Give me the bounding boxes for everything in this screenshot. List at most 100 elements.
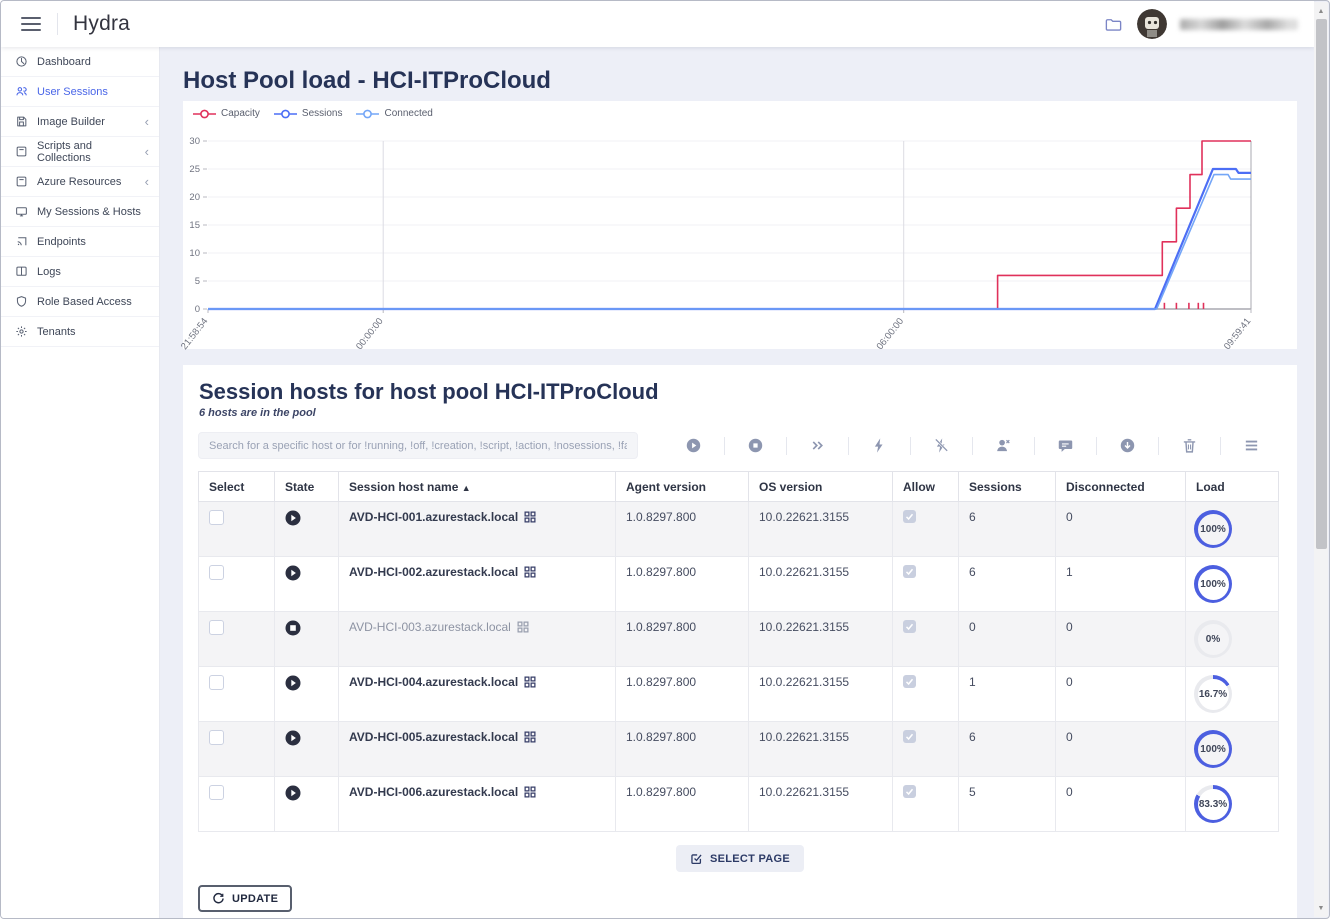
sidebar-item-user-sessions[interactable]: User Sessions <box>1 77 159 107</box>
svg-text:06:00:00: 06:00:00 <box>875 316 906 352</box>
more-actions-button[interactable] <box>787 437 848 454</box>
sidebar-item-dashboard[interactable]: Dashboard <box>1 47 159 77</box>
sidebar-item-role-based-access[interactable]: Role Based Access <box>1 287 159 317</box>
cell-load: 100% <box>1186 502 1279 557</box>
state-stopped-icon <box>285 620 301 636</box>
legend-item-sessions[interactable]: Sessions <box>274 108 343 119</box>
sidebar-item-label: Logs <box>37 266 61 278</box>
column-header-state[interactable]: State <box>275 472 339 502</box>
column-label: Sessions <box>969 480 1022 494</box>
sidebar-item-scripts-and-collections[interactable]: Scripts and Collections‹ <box>1 137 159 167</box>
cell-state <box>275 502 339 557</box>
start-host-button[interactable] <box>663 437 724 454</box>
select-checkbox[interactable] <box>209 510 224 525</box>
apps-grid-icon[interactable] <box>524 566 536 578</box>
legend-item-capacity[interactable]: Capacity <box>193 108 260 119</box>
legend-label: Sessions <box>302 108 343 119</box>
state-running-icon <box>285 510 301 526</box>
host-row-avd-hci-001: AVD-HCI-001.azurestack.local1.0.8297.800… <box>199 502 1279 557</box>
cell-os-version: 10.0.22621.3155 <box>749 667 893 722</box>
scrollbar-down-arrow[interactable]: ▼ <box>1314 901 1328 915</box>
force-start-button[interactable] <box>849 437 910 454</box>
apps-grid-icon[interactable] <box>524 511 536 523</box>
column-header-allow[interactable]: Allow <box>893 472 959 502</box>
cell-host-name: AVD-HCI-003.azurestack.local <box>339 612 616 667</box>
allow-checkbox[interactable] <box>903 510 916 523</box>
cell-host-name: AVD-HCI-006.azurestack.local <box>339 777 616 832</box>
cell-sessions: 0 <box>959 612 1056 667</box>
allow-checkbox[interactable] <box>903 785 916 798</box>
svg-text:20: 20 <box>189 192 200 203</box>
sidebar-item-label: User Sessions <box>37 86 108 98</box>
cell-disconnected: 0 <box>1056 722 1186 777</box>
allow-checkbox[interactable] <box>903 675 916 688</box>
toolbar-actions <box>638 437 1282 455</box>
cell-os-version: 10.0.22621.3155 <box>749 612 893 667</box>
stop-circle-icon <box>747 437 764 454</box>
cell-select <box>199 502 275 557</box>
bolt-icon <box>871 437 888 454</box>
sidebar-item-endpoints[interactable]: Endpoints <box>1 227 159 257</box>
cell-select <box>199 667 275 722</box>
column-header-agent-version[interactable]: Agent version <box>616 472 749 502</box>
select-page-icon <box>690 852 703 865</box>
cell-allow <box>893 612 959 667</box>
svg-text:25: 25 <box>189 164 200 175</box>
logoff-users-button[interactable] <box>973 437 1034 454</box>
cell-allow <box>893 557 959 612</box>
sidebar-item-logs[interactable]: Logs <box>1 257 159 287</box>
stop-host-button[interactable] <box>725 437 786 454</box>
sidebar-item-azure-resources[interactable]: Azure Resources‹ <box>1 167 159 197</box>
host-row-avd-hci-003: AVD-HCI-003.azurestack.local1.0.8297.800… <box>199 612 1279 667</box>
allow-checkbox[interactable] <box>903 730 916 743</box>
column-header-os-version[interactable]: OS version <box>749 472 893 502</box>
apps-grid-icon[interactable] <box>524 731 536 743</box>
send-message-button[interactable] <box>1035 437 1096 454</box>
legend-label: Connected <box>384 108 432 119</box>
chat-icon <box>1057 437 1074 454</box>
select-checkbox[interactable] <box>209 565 224 580</box>
dashboard-icon <box>15 55 28 68</box>
hamburger-menu-icon[interactable] <box>21 17 41 31</box>
sidebar-item-image-builder[interactable]: Image Builder‹ <box>1 107 159 137</box>
column-header-sessions[interactable]: Sessions <box>959 472 1056 502</box>
legend-marker-icon <box>356 109 380 119</box>
refresh-icon <box>212 892 225 905</box>
scrollbar-up-arrow[interactable]: ▲ <box>1314 4 1328 18</box>
legend-marker-icon <box>193 109 217 119</box>
app-window: Hydra DashboardUser SessionsImage Builde… <box>0 0 1330 919</box>
sidebar-item-my-sessions-hosts[interactable]: My Sessions & Hosts <box>1 197 159 227</box>
sidebar-nav: DashboardUser SessionsImage Builder‹Scri… <box>1 47 160 918</box>
cell-sessions: 6 <box>959 722 1056 777</box>
column-header-select[interactable]: Select <box>199 472 275 502</box>
sidebar-item-label: Scripts and Collections <box>37 140 145 164</box>
apps-grid-icon[interactable] <box>524 786 536 798</box>
apps-grid-icon[interactable] <box>524 676 536 688</box>
folder-icon[interactable] <box>1103 15 1124 34</box>
scrollbar-thumb[interactable] <box>1316 19 1327 549</box>
cell-state <box>275 612 339 667</box>
column-label: Allow <box>903 480 935 494</box>
select-checkbox[interactable] <box>209 730 224 745</box>
cell-load: 16.7% <box>1186 667 1279 722</box>
column-header-load[interactable]: Load <box>1186 472 1279 502</box>
host-search-input[interactable] <box>198 432 638 459</box>
deallocate-host-button[interactable] <box>1097 437 1158 454</box>
legend-item-connected[interactable]: Connected <box>356 108 432 119</box>
update-button[interactable]: UPDATE <box>198 885 292 912</box>
cell-disconnected: 0 <box>1056 667 1186 722</box>
select-checkbox[interactable] <box>209 620 224 635</box>
table-menu-button[interactable] <box>1221 437 1282 454</box>
column-header-session-host-name[interactable]: Session host name ▲ <box>339 472 616 502</box>
select-checkbox[interactable] <box>209 785 224 800</box>
select-checkbox[interactable] <box>209 675 224 690</box>
delete-host-button[interactable] <box>1159 437 1220 454</box>
sidebar-item-tenants[interactable]: Tenants <box>1 317 159 347</box>
column-header-disconnected[interactable]: Disconnected <box>1056 472 1186 502</box>
apps-grid-icon[interactable] <box>517 621 529 633</box>
user-avatar[interactable] <box>1137 9 1167 39</box>
allow-checkbox[interactable] <box>903 565 916 578</box>
allow-checkbox[interactable] <box>903 620 916 633</box>
force-stop-button[interactable] <box>911 437 972 454</box>
select-page-button[interactable]: SELECT PAGE <box>676 845 804 872</box>
